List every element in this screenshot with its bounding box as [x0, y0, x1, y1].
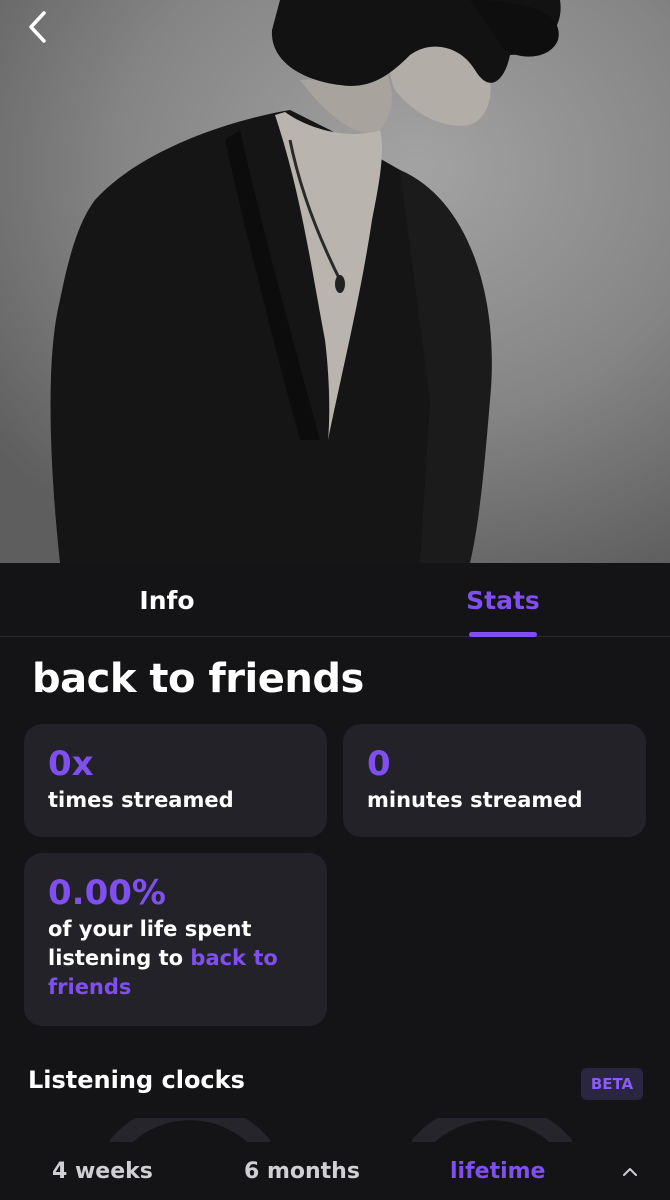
chevron-left-icon: [29, 11, 46, 43]
collapse-button[interactable]: [616, 1158, 644, 1186]
artist-photo: [0, 0, 670, 563]
tab-stats[interactable]: Stats: [403, 563, 603, 637]
active-tab-indicator: [469, 632, 537, 637]
beta-badge: BETA: [581, 1068, 643, 1100]
track-title: back to friends: [32, 656, 364, 702]
range-lifetime[interactable]: lifetime: [450, 1142, 545, 1200]
chevron-up-icon: [623, 1168, 637, 1176]
tab-bar: Info Stats: [0, 563, 670, 637]
life-percent-card: 0.00% of your life spent listening to ba…: [24, 853, 327, 1026]
times-streamed-card: 0x times streamed: [24, 724, 327, 837]
minutes-streamed-value: 0: [367, 744, 391, 784]
range-6-months[interactable]: 6 months: [244, 1142, 360, 1200]
listening-clocks-title: Listening clocks: [28, 1066, 245, 1094]
life-percent-label: of your life spent listening to back to …: [48, 915, 303, 1002]
times-streamed-label: times streamed: [48, 788, 234, 812]
tab-info[interactable]: Info: [67, 563, 267, 637]
times-streamed-value: 0x: [48, 744, 94, 784]
minutes-streamed-card: 0 minutes streamed: [343, 724, 646, 837]
back-button[interactable]: [26, 10, 66, 50]
range-4-weeks[interactable]: 4 weeks: [52, 1142, 153, 1200]
minutes-streamed-label: minutes streamed: [367, 788, 583, 812]
life-percent-value: 0.00%: [48, 873, 166, 913]
artist-photo-illustration: [0, 0, 670, 563]
